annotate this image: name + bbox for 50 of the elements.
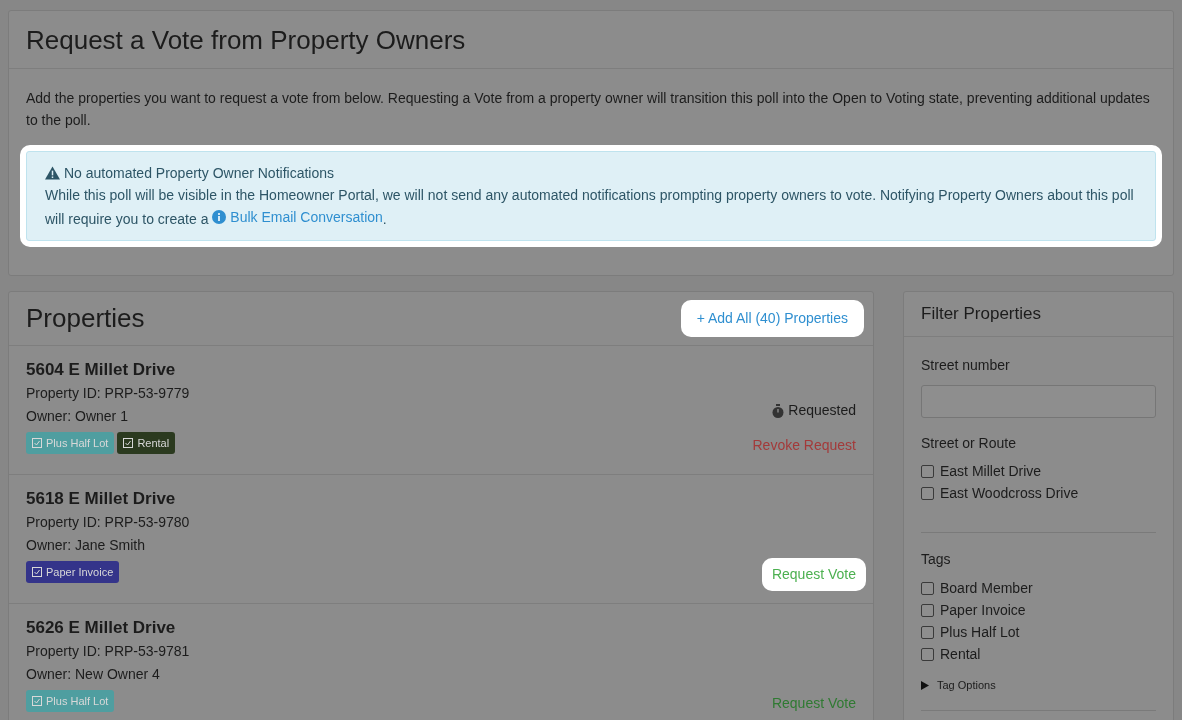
property-id: Property ID: PRP-53-9780 [26,513,190,532]
request-vote-link[interactable]: Request Vote [761,558,866,591]
info-icon [212,210,227,224]
add-all-button[interactable]: + Add All (40) Properties [680,300,864,337]
revoke-request-link[interactable]: Revoke Request [742,429,866,462]
property-address: 5626 E Millet Drive [26,617,177,639]
checkbox-label: East Woodcross Drive [940,484,1079,503]
owner-name: Owner: Owner 1 [26,407,129,426]
checkbox-label: Board Member [940,579,1033,598]
checkbox[interactable] [921,486,934,500]
warning-icon [45,166,60,180]
group-label: Tags [921,550,952,569]
owner-name: Owner: Jane Smith [26,536,147,555]
checkbox-icon [32,438,42,448]
bulk-email-link[interactable]: Bulk Email Conversation [212,206,383,228]
alert-text: While this poll will be visible in the Homeowner Portal, we will not send any automated notifications prompting property owners to vote. Notifying Property Owners about this poll will require you to create a Bulk Email Conversation. [45,186,1135,230]
field-label: Street number [921,356,1011,375]
description: Add the properties you want to request a vote from below. Requesting a Vote from a property owner will transition this poll into the Open to Voting state, preventing additional updates to the poll. [26,89,1151,130]
checkbox-label: Paper Invoice [940,601,1026,620]
filter-title: Filter Properties [904,292,1173,337]
tag-label: Plus Half Lot [46,693,109,709]
request-vote-link[interactable]: Request Vote [761,687,866,720]
property-address: 5604 E Millet Drive [26,359,177,381]
tag-label: Rental [137,435,170,451]
status-text: Requested [788,401,856,420]
section-title: Properties [26,302,145,335]
checkbox[interactable] [921,464,934,478]
checkbox-label: East Millet Drive [940,462,1042,481]
group-label: Street or Route [921,434,1017,453]
tag-options-toggle[interactable]: Tag Options [921,677,996,694]
checkbox[interactable] [921,581,934,595]
owner-name: Owner: New Owner 4 [26,665,161,684]
tag-label: Paper Invoice [46,564,114,580]
property-id: Property ID: PRP-53-9781 [26,642,190,661]
property-address: 5618 E Millet Drive [26,488,177,510]
checkbox-label: Plus Half Lot [940,623,1020,642]
checkbox[interactable] [921,647,934,661]
street-number-field[interactable] [921,385,1156,418]
checkbox-label: Rental [940,645,981,664]
property-id: Property ID: PRP-53-9779 [26,384,190,403]
checkbox[interactable] [921,625,934,639]
triangle-icon [921,680,929,690]
checkbox-icon [32,567,42,577]
stopwatch-icon [772,403,785,418]
checkbox[interactable] [921,603,934,617]
checkbox-icon [123,438,134,448]
tag-label: Plus Half Lot [46,435,109,451]
alert-title: No automated Property Owner Notifications [64,164,334,183]
page-title: Request a Vote from Property Owners [9,11,1173,69]
checkbox-icon [32,696,42,706]
